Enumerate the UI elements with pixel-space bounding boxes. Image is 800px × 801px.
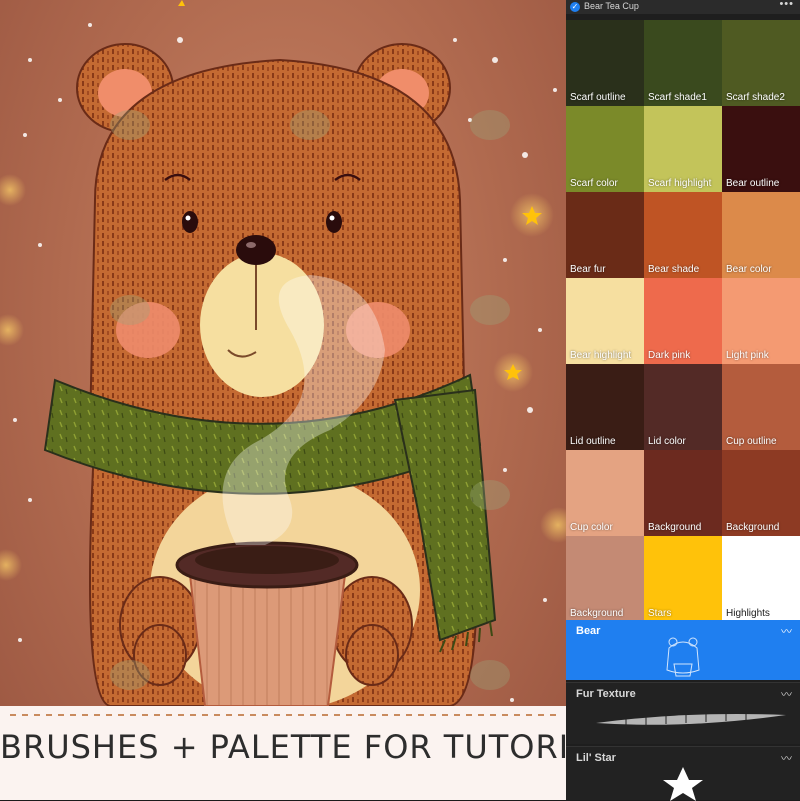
color-swatch[interactable]: Lid color: [644, 364, 722, 450]
color-swatch[interactable]: Bear fur: [566, 192, 644, 278]
color-swatch[interactable]: Dark pink: [644, 278, 722, 364]
color-swatch[interactable]: Bear shade: [644, 192, 722, 278]
palette-panel: ✓ Bear Tea Cup ••• Scarf outline Scarf sh…: [566, 0, 800, 800]
stitch-border: [10, 714, 556, 716]
brush-item-lil-star[interactable]: Lil' Star 〰: [566, 746, 800, 801]
swatch-label: Scarf shade1: [648, 92, 707, 103]
swatch-label: Bear color: [726, 264, 772, 275]
swatch-label: Light pink: [726, 350, 769, 361]
swatch-label: Highlights: [726, 608, 770, 619]
color-swatch[interactable]: Cup outline: [722, 364, 800, 450]
swatch-label: Lid outline: [570, 436, 616, 447]
color-swatch[interactable]: Light pink: [722, 278, 800, 364]
fur-texture-preview-icon: [596, 713, 786, 725]
color-swatch[interactable]: Stars: [644, 536, 722, 622]
banner-title: BRUSHES + PALETTE FOR TUTORIAL: [0, 728, 566, 766]
brush-item-bear[interactable]: Bear 〰: [566, 620, 800, 680]
more-icon[interactable]: •••: [779, 0, 794, 10]
swatch-label: Scarf color: [570, 178, 618, 189]
color-swatch[interactable]: Lid outline: [566, 364, 644, 450]
swatch-label: Scarf highlight: [648, 178, 712, 189]
color-swatch[interactable]: Bear color: [722, 192, 800, 278]
color-swatch[interactable]: Cup color: [566, 450, 644, 536]
swatch-label: Bear fur: [570, 264, 606, 275]
color-swatch[interactable]: Highlights: [722, 536, 800, 622]
palette-header: ✓ Bear Tea Cup •••: [566, 0, 800, 14]
color-swatch[interactable]: Bear highlight: [566, 278, 644, 364]
swatch-label: Scarf shade2: [726, 92, 785, 103]
swatch-label: Background: [726, 522, 780, 533]
color-swatch[interactable]: Scarf shade1: [644, 20, 722, 106]
checkmark-icon[interactable]: ✓: [570, 2, 580, 12]
swatch-label: Background: [648, 522, 702, 533]
bear-artwork: [0, 0, 566, 710]
color-swatch[interactable]: Scarf outline: [566, 20, 644, 106]
swatch-label: Dark pink: [648, 350, 691, 361]
color-swatch[interactable]: Scarf shade2: [722, 20, 800, 106]
color-swatch[interactable]: Scarf color: [566, 106, 644, 192]
color-swatch[interactable]: Background: [722, 450, 800, 536]
swatch-label: Bear outline: [726, 178, 780, 189]
brush-item-fur-texture[interactable]: Fur Texture 〰: [566, 682, 800, 744]
swatch-label: Cup color: [570, 522, 613, 533]
star-brush-preview-icon: [663, 767, 703, 801]
color-swatch[interactable]: Scarf highlight: [644, 106, 722, 192]
swatch-label: Scarf outline: [570, 92, 626, 103]
swatch-label: Cup outline: [726, 436, 777, 447]
swatch-label: Lid color: [648, 436, 686, 447]
bear-brush-preview-icon: [666, 637, 700, 677]
color-swatch[interactable]: Bear outline: [722, 106, 800, 192]
palette-title: Bear Tea Cup: [584, 1, 639, 11]
color-swatch[interactable]: Background: [566, 536, 644, 622]
swatch-label: Bear shade: [648, 264, 700, 275]
swatch-label: Background: [570, 608, 624, 619]
swatch-label: Bear highlight: [570, 350, 632, 361]
color-swatch[interactable]: Background: [644, 450, 722, 536]
swatch-label: Stars: [648, 608, 672, 619]
bear-illustration: BRUSHES + PALETTE FOR TUTORIAL: [0, 0, 566, 800]
